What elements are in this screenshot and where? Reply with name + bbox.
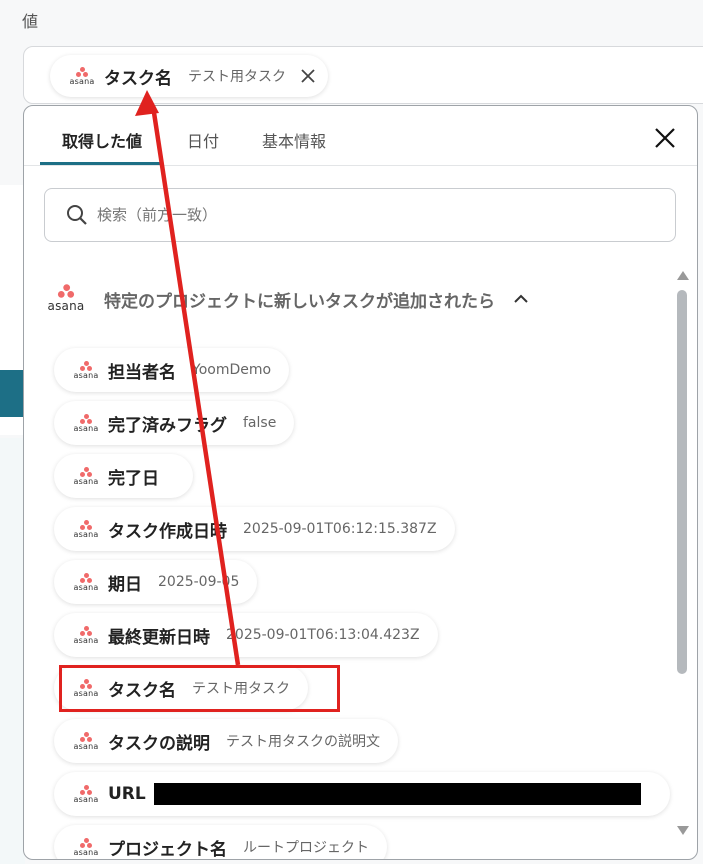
chevron-up-icon[interactable]: [513, 291, 529, 307]
list-item[interactable]: asana 完了日: [54, 454, 193, 498]
redacted-url: [153, 783, 641, 805]
asana-logo-icon: asana: [72, 784, 100, 804]
background-button: [0, 370, 24, 417]
list-item[interactable]: asana 最終更新日時 2025-09-01T06:13:04.423Z: [54, 613, 438, 657]
field-label: 値: [22, 12, 39, 31]
item-value: テスト用タスクの説明文: [226, 734, 380, 750]
tab-acquired-values[interactable]: 取得した値: [62, 128, 142, 152]
asana-logo-icon: asana: [44, 284, 88, 312]
close-icon[interactable]: [653, 126, 677, 150]
active-tab-indicator: [40, 162, 163, 165]
item-value: 2025-09-01T06:12:15.387Z: [243, 521, 437, 537]
chip-name: タスク名: [104, 68, 172, 89]
list-item[interactable]: asana 担当者名 YoomDemo: [54, 348, 290, 392]
item-name: タスクの説明: [108, 733, 210, 754]
asana-logo-icon: asana: [72, 466, 100, 486]
scrollbar-thumb[interactable]: [677, 290, 687, 674]
item-name: タスク作成日時: [108, 521, 227, 542]
tab-basic-info[interactable]: 基本情報: [262, 128, 326, 152]
list-item[interactable]: asana 期日 2025-09-05: [54, 560, 258, 604]
search-field[interactable]: [44, 188, 676, 242]
item-value: 2025-09-05: [158, 574, 240, 590]
asana-logo-icon: asana: [72, 731, 100, 751]
asana-logo-icon: asana: [72, 625, 100, 645]
asana-logo-icon: asana: [68, 66, 96, 86]
asana-logo-icon: asana: [72, 519, 100, 539]
scroll-up-icon[interactable]: [676, 269, 690, 281]
item-name: 完了日: [108, 468, 159, 489]
remove-chip-icon[interactable]: [298, 66, 318, 86]
list-item[interactable]: asana URL: [54, 772, 670, 816]
asana-logo-icon: asana: [72, 413, 100, 433]
item-name: 最終更新日時: [108, 627, 210, 648]
selected-value-chip[interactable]: asana タスク名 テスト用タスク: [50, 55, 328, 97]
search-input[interactable]: [97, 206, 637, 224]
list-item[interactable]: asana プロジェクト名 ルートプロジェクト: [54, 825, 387, 860]
list-item[interactable]: asana タスク作成日時 2025-09-01T06:12:15.387Z: [54, 507, 455, 551]
trigger-group-header[interactable]: asana 特定のプロジェクトに新しいタスクが追加されたら: [44, 284, 529, 312]
asana-logo-icon: asana: [72, 837, 100, 857]
search-icon: [67, 205, 87, 225]
asana-logo-icon: asana: [72, 360, 100, 380]
item-name: プロジェクト名: [108, 839, 227, 860]
item-value: YoomDemo: [192, 362, 272, 378]
item-value: false: [243, 415, 277, 431]
tab-date[interactable]: 日付: [187, 128, 219, 152]
chip-value: テスト用タスク: [188, 69, 286, 85]
list-item[interactable]: asana タスクの説明 テスト用タスクの説明文: [54, 719, 398, 763]
item-name: 完了済みフラグ: [108, 415, 227, 436]
item-name: 担当者名: [108, 362, 176, 383]
value-picker-dropdown: 取得した値 日付 基本情報 asana 特定のプロジェクトに新しいタスクが追加さ…: [23, 105, 698, 860]
item-value: ルートプロジェクト: [243, 840, 369, 856]
item-value: 2025-09-01T06:13:04.423Z: [226, 627, 420, 643]
scroll-down-icon[interactable]: [676, 825, 690, 837]
item-name: 期日: [108, 574, 142, 595]
annotation-highlight-box: [59, 665, 340, 712]
tab-bar: 取得した値 日付 基本情報: [24, 106, 697, 166]
asana-logo-icon: asana: [72, 572, 100, 592]
background-area: [0, 438, 25, 864]
list-item[interactable]: asana 完了済みフラグ false: [54, 401, 295, 445]
item-name: URL: [108, 784, 146, 804]
group-title: 特定のプロジェクトに新しいタスクが追加されたら: [104, 291, 495, 312]
